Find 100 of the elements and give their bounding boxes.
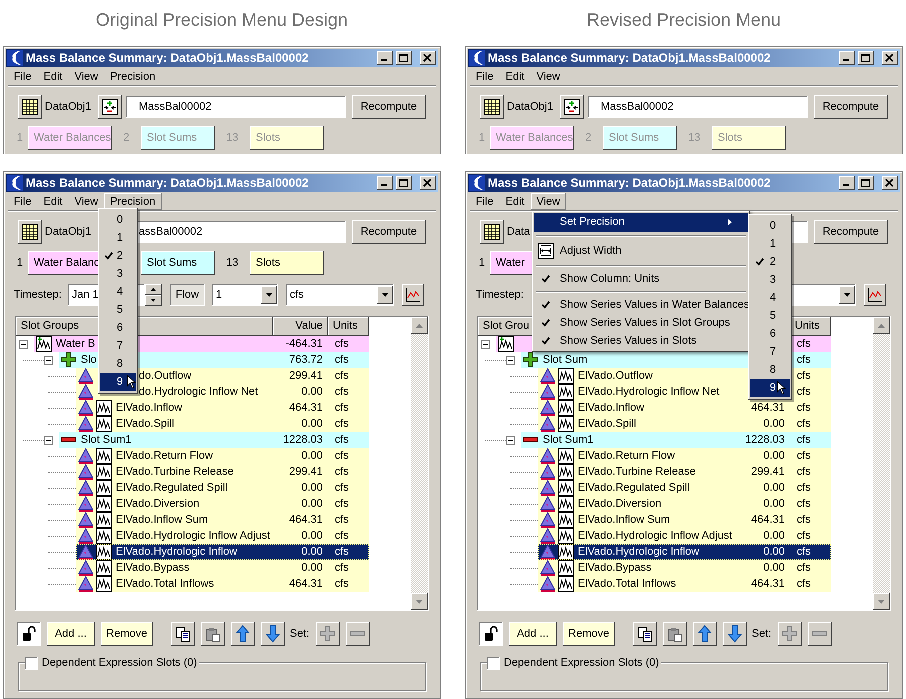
row-units: cfs — [797, 384, 812, 400]
row-value: 464.31 — [289, 576, 323, 592]
tab-count: 13 — [687, 130, 702, 146]
row-value: 763.72 — [289, 352, 323, 368]
row-units: cfs — [797, 336, 812, 352]
row-value: 0.00 — [764, 544, 785, 560]
row-units: cfs — [335, 336, 350, 352]
row-label: Water B — [56, 336, 96, 352]
row-units: cfs — [335, 352, 350, 368]
row-units: cfs — [335, 512, 350, 528]
row-units: cfs — [797, 352, 812, 368]
tab-count: 1 — [478, 130, 486, 146]
row-label: ElVado.Return Flow — [578, 448, 676, 464]
row-label: Slo — [81, 352, 97, 368]
set-label: Set: — [290, 626, 310, 642]
row-value: 464.31 — [289, 400, 323, 416]
row-value: 0.00 — [764, 528, 785, 544]
row-label: ElVado.Turbine Release — [116, 464, 234, 480]
timestep-label: Timestep: — [476, 288, 525, 303]
checkbox-label: Dependent Expression Slots (0) — [504, 656, 660, 671]
object-name: Data — [507, 224, 532, 240]
row-value: 0.00 — [764, 416, 785, 432]
set-label: Set: — [752, 626, 772, 642]
object-name: DataObj1 — [507, 100, 554, 115]
row-value: 0.00 — [302, 544, 323, 560]
row-label: ElVado.Inflow — [116, 400, 182, 416]
row-label: ElVado.Bypass — [578, 560, 652, 576]
row-value: 0.00 — [302, 480, 323, 496]
row-label: ElVado.Spill — [578, 416, 636, 432]
row-value: 0.00 — [764, 448, 785, 464]
row-label: Slot Sum — [543, 352, 588, 368]
row-label: ElVado.Inflow — [578, 400, 644, 416]
row-units: cfs — [797, 368, 812, 384]
row-units: cfs — [335, 528, 350, 544]
row-value: 0.00 — [302, 448, 323, 464]
row-units: cfs — [797, 480, 812, 496]
row-value: 464.31 — [751, 400, 785, 416]
row-value: 1228.03 — [283, 432, 323, 448]
row-label: ElVado.Spill — [116, 416, 174, 432]
row-units: cfs — [797, 544, 812, 560]
row-units: cfs — [797, 528, 812, 544]
object-name: DataObj1 — [45, 224, 92, 240]
row-label: ElVado.Outflow — [578, 368, 654, 384]
row-value: 0.00 — [302, 384, 323, 400]
row-units: cfs — [797, 496, 812, 512]
row-value: 1228.03 — [745, 432, 785, 448]
row-label: ElVado.Hydrologic Inflow Adjust — [578, 528, 732, 544]
timestep-label: Timestep: — [14, 288, 63, 303]
row-value: 464.31 — [751, 512, 785, 528]
row-units: cfs — [335, 496, 350, 512]
tab-count: 2 — [122, 130, 131, 146]
row-label: do.Hydrologic Inflow Net — [139, 384, 258, 400]
row-units: cfs — [335, 448, 350, 464]
row-units: cfs — [797, 448, 812, 464]
window-title: Mass Balance Summary: DataObj1.MassBal00002 — [488, 50, 771, 67]
row-units: cfs — [335, 464, 350, 480]
row-units: cfs — [797, 400, 812, 416]
row-value: 0.00 — [764, 496, 785, 512]
row-label: do.Outflow — [139, 368, 192, 384]
row-units: cfs — [797, 416, 812, 432]
row-label: ElVado.Hydrologic Inflow Net — [578, 384, 720, 400]
row-units: cfs — [797, 432, 812, 448]
row-label: ElVado.Regulated Spill — [578, 480, 690, 496]
row-units: cfs — [797, 512, 812, 528]
row-label: ElVado.Turbine Release — [578, 464, 696, 480]
row-units: cfs — [797, 560, 812, 576]
row-label: ElVado.Inflow Sum — [578, 512, 670, 528]
tab-count: 1 — [16, 256, 24, 271]
row-label: ElVado.Return Flow — [116, 448, 214, 464]
row-value: 464.31 — [289, 512, 323, 528]
row-units: cfs — [797, 464, 812, 480]
row-label: ElVado.Regulated Spill — [116, 480, 228, 496]
row-units: cfs — [335, 432, 350, 448]
row-value: 299.41 — [289, 368, 323, 384]
tab-count: 13 — [225, 256, 240, 271]
row-units: cfs — [335, 544, 350, 560]
object-name: DataObj1 — [45, 100, 92, 115]
row-value: 0.00 — [764, 560, 785, 576]
row-label: ElVado.Hydrologic Inflow Adjust — [116, 528, 270, 544]
checkbox-label: Dependent Expression Slots (0) — [42, 656, 198, 671]
row-units: cfs — [335, 384, 350, 400]
row-units: cfs — [335, 576, 350, 592]
row-value: 0.00 — [764, 480, 785, 496]
row-value: 0.00 — [302, 528, 323, 544]
row-label: ElVado.Diversion — [116, 496, 200, 512]
tab-count: 1 — [16, 130, 24, 146]
row-value: 464.31 — [751, 576, 785, 592]
section-heading: Revised Precision Menu — [586, 9, 782, 32]
row-value: 299.41 — [289, 464, 323, 480]
row-label: ElVado.Inflow Sum — [116, 512, 208, 528]
row-value: 299.41 — [751, 464, 785, 480]
row-units: cfs — [335, 368, 350, 384]
row-label: ElVado.Hydrologic Inflow — [116, 544, 238, 560]
row-value: -464.31 — [286, 336, 323, 352]
window-title: Mass Balance Summary: DataObj1.MassBal00002 — [488, 175, 771, 192]
row-value: 0.00 — [302, 496, 323, 512]
row-label: Slot Sum1 — [81, 432, 132, 448]
tab-count: 2 — [584, 130, 593, 146]
row-label: ElVado.Total Inflows — [578, 576, 676, 592]
row-label: ElVado.Hydrologic Inflow — [578, 544, 700, 560]
